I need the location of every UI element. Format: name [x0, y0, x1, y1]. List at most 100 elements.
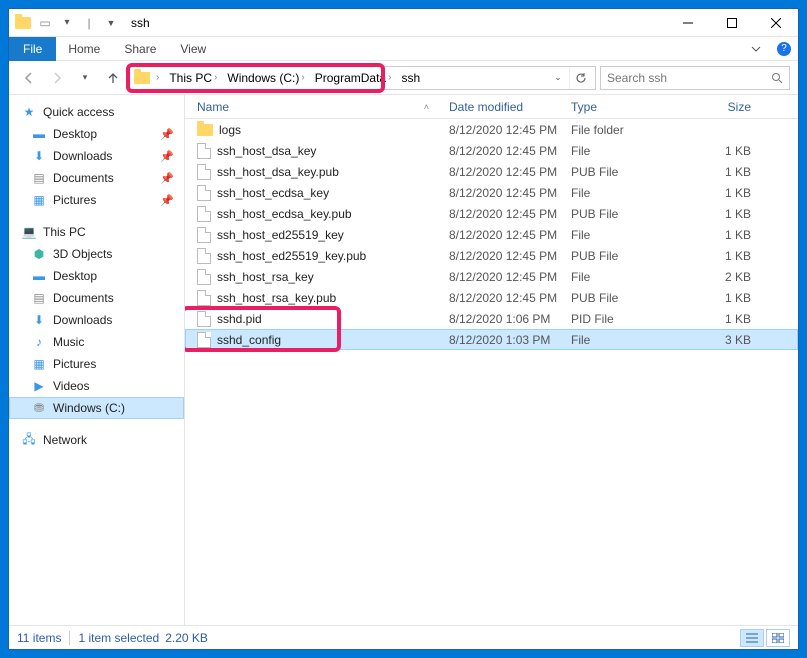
chevron-right-icon[interactable]: › [156, 72, 159, 83]
column-header-date[interactable]: Date modified [449, 100, 571, 114]
star-icon: ★ [21, 104, 37, 120]
file-icon [197, 269, 211, 285]
sidebar-item-desktop2[interactable]: ▬Desktop [9, 265, 184, 287]
sidebar-item-3dobjects[interactable]: ⬢3D Objects [9, 243, 184, 265]
sidebar-quick-access[interactable]: ★ Quick access [9, 101, 184, 123]
nav-forward-icon[interactable] [45, 66, 69, 90]
file-list[interactable]: logs8/12/2020 12:45 PMFile folder ssh_hos… [185, 119, 798, 625]
sidebar-item-downloads[interactable]: ⬇Downloads📌 [9, 145, 184, 167]
file-date: 8/12/2020 12:45 PM [449, 291, 571, 305]
desktop-icon: ▬ [31, 268, 47, 284]
file-size: 3 KB [689, 333, 759, 347]
crumb-thispc[interactable]: This PC› [165, 71, 221, 85]
sidebar-network[interactable]: 🖧Network [9, 429, 184, 451]
nav-recent-icon[interactable]: ▾ [73, 66, 97, 90]
minimize-button[interactable] [666, 9, 710, 37]
view-large-icons-icon[interactable] [766, 629, 790, 647]
file-name: ssh_host_dsa_key [217, 144, 316, 158]
file-row[interactable]: ssh_host_rsa_key.pub8/12/2020 12:45 PMPU… [185, 287, 798, 308]
ribbon-expand-icon[interactable] [742, 44, 770, 54]
file-name: ssh_host_ecdsa_key.pub [217, 207, 352, 221]
breadcrumb[interactable]: › This PC› Windows (C:)› ProgramData› ss… [129, 66, 596, 90]
view-toggles [740, 629, 790, 647]
sidebar-item-music[interactable]: ♪Music [9, 331, 184, 353]
sidebar-item-desktop[interactable]: ▬Desktop📌 [9, 123, 184, 145]
pictures-icon: ▦ [31, 356, 47, 372]
file-date: 8/12/2020 12:45 PM [449, 186, 571, 200]
search-input[interactable]: Search ssh [600, 66, 790, 90]
file-size: 1 KB [689, 165, 759, 179]
file-name: ssh_host_ed25519_key.pub [217, 249, 366, 263]
sidebar-item-pictures2[interactable]: ▦Pictures [9, 353, 184, 375]
help-icon[interactable]: ? [770, 42, 798, 56]
sidebar-item-downloads2[interactable]: ⬇Downloads [9, 309, 184, 331]
ribbon-tabs: File Home Share View ? [9, 37, 798, 61]
nav-back-icon[interactable] [17, 66, 41, 90]
downloads-icon: ⬇ [31, 312, 47, 328]
file-row[interactable]: sshd_config8/12/2020 1:03 PMFile3 KB [185, 329, 798, 350]
folder-icon [197, 124, 213, 136]
tab-file[interactable]: File [9, 37, 56, 61]
explorer-window: ▭ ▾ | ▼ ssh File Home Share View ? ▾ › [8, 8, 799, 650]
sidebar-item-drive-c[interactable]: ⛃Windows (C:) [9, 397, 184, 419]
qat-dropdown-icon[interactable]: ▾ [57, 13, 77, 33]
file-date: 8/12/2020 12:45 PM [449, 144, 571, 158]
sidebar-item-videos[interactable]: ▶Videos [9, 375, 184, 397]
search-placeholder: Search ssh [607, 71, 667, 85]
drive-icon: ⛃ [31, 400, 47, 416]
refresh-icon[interactable] [569, 67, 591, 89]
column-headers: Name˄ Date modified Type Size [185, 95, 798, 119]
status-bar: 11 items 1 item selected 2.20 KB [9, 625, 798, 649]
sidebar-this-pc[interactable]: 💻This PC [9, 221, 184, 243]
crumb-drive[interactable]: Windows (C:)› [223, 71, 308, 85]
pin-icon: 📌 [160, 172, 174, 185]
file-row[interactable]: ssh_host_rsa_key8/12/2020 12:45 PMFile2 … [185, 266, 798, 287]
pin-icon: 📌 [160, 150, 174, 163]
sort-asc-icon: ˄ [424, 102, 429, 112]
content-area: ★ Quick access ▬Desktop📌 ⬇Downloads📌 ▤Do… [9, 95, 798, 625]
status-item-count: 11 items [17, 631, 61, 645]
file-row[interactable]: ssh_host_ecdsa_key.pub 8/12/2020 12:45 PM… [185, 203, 798, 224]
file-size: 1 KB [689, 291, 759, 305]
file-row[interactable]: logs8/12/2020 12:45 PMFile folder [185, 119, 798, 140]
status-size: 2.20 KB [165, 631, 208, 645]
close-button[interactable] [754, 9, 798, 37]
file-icon [197, 164, 211, 180]
view-details-icon[interactable] [740, 629, 764, 647]
address-dropdown-icon[interactable]: ⌄ [549, 72, 567, 83]
file-size: 1 KB [689, 144, 759, 158]
qat-chevron-icon[interactable]: ▼ [101, 13, 121, 33]
column-header-name[interactable]: Name˄ [193, 100, 449, 114]
file-type: File [571, 270, 689, 284]
file-type: PUB File [571, 207, 689, 221]
file-row[interactable]: ssh_host_ed25519_key8/12/2020 12:45 PMFi… [185, 224, 798, 245]
file-row[interactable]: ssh_host_ecdsa_key8/12/2020 12:45 PMFile… [185, 182, 798, 203]
tab-home[interactable]: Home [56, 37, 112, 61]
pin-icon: 📌 [160, 194, 174, 207]
file-row[interactable]: ssh_host_dsa_key8/12/2020 12:45 PMFile1 … [185, 140, 798, 161]
file-date: 8/12/2020 12:45 PM [449, 270, 571, 284]
file-date: 8/12/2020 1:06 PM [449, 312, 571, 326]
sidebar-item-pictures[interactable]: ▦Pictures📌 [9, 189, 184, 211]
file-name: ssh_host_ecdsa_key [217, 186, 329, 200]
column-header-size[interactable]: Size [689, 100, 759, 114]
file-type: PUB File [571, 249, 689, 263]
file-icon [197, 290, 211, 306]
file-date: 8/12/2020 12:45 PM [449, 207, 571, 221]
sidebar-item-documents2[interactable]: ▤Documents [9, 287, 184, 309]
crumb-ssh[interactable]: ssh [397, 71, 424, 85]
column-header-type[interactable]: Type [571, 100, 689, 114]
crumb-programdata[interactable]: ProgramData› [311, 71, 396, 85]
file-name: ssh_host_ed25519_key [217, 228, 344, 242]
properties-icon[interactable]: ▭ [35, 13, 55, 33]
nav-up-icon[interactable] [101, 66, 125, 90]
maximize-button[interactable] [710, 9, 754, 37]
file-icon [197, 332, 211, 348]
file-row[interactable]: ssh_host_ed25519_key.pub8/12/2020 12:45 … [185, 245, 798, 266]
sidebar-item-documents[interactable]: ▤Documents📌 [9, 167, 184, 189]
titlebar: ▭ ▾ | ▼ ssh [9, 9, 798, 37]
tab-view[interactable]: View [168, 37, 218, 61]
tab-share[interactable]: Share [112, 37, 168, 61]
file-row[interactable]: ssh_host_dsa_key.pub8/12/2020 12:45 PMPU… [185, 161, 798, 182]
file-row[interactable]: sshd.pid8/12/2020 1:06 PMPID File1 KB [185, 308, 798, 329]
